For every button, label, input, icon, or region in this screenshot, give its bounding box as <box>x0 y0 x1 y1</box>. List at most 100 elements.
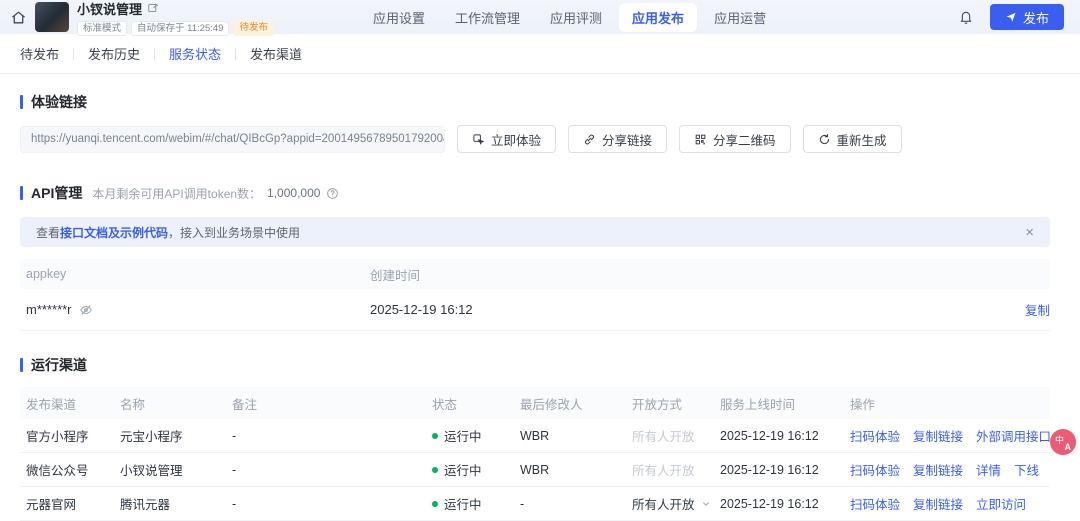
channel-name: 小钗说管理 <box>120 464 183 478</box>
share-link-button[interactable]: 分享链接 <box>568 125 668 153</box>
autosave-badge: 自动保存于 11:25:49 <box>131 20 230 36</box>
access-mode-dropdown[interactable]: 所有人开放 <box>632 494 720 513</box>
status-dot <box>432 500 438 507</box>
col-online-time: 服务上线时间 <box>720 397 796 412</box>
col-last-modifier: 最后修改人 <box>520 397 583 412</box>
subnav-service-status[interactable]: 服务状态 <box>155 44 235 63</box>
scan-qr-experience-link[interactable]: 扫码体验 <box>850 460 900 479</box>
api-section-title: API管理 <box>20 183 82 203</box>
api-docs-link[interactable]: 接口文档及示例代码 <box>60 224 168 241</box>
try-now-button[interactable]: 立即体验 <box>457 125 557 153</box>
status-dot <box>432 432 438 439</box>
channel-note: - <box>232 428 237 443</box>
subnav-publish-channels[interactable]: 发布渠道 <box>236 44 316 63</box>
channel-row-wechat-official: 微信公众号 小钗说管理 - 运行中 WBR 所有人开放 2025-12-19 1… <box>20 453 1050 487</box>
experience-link-section-title: 体验链接 <box>20 92 1050 112</box>
channel-name: 腾讯元器 <box>120 498 171 512</box>
appkey-value: m******r <box>26 302 72 317</box>
channel-type: 微信公众号 <box>26 464 89 478</box>
edit-title-icon[interactable] <box>147 2 159 14</box>
col-access-mode: 开放方式 <box>632 397 683 412</box>
share-qrcode-label: 分享二维码 <box>713 133 776 148</box>
app-avatar <box>35 2 69 32</box>
top-nav-tabs: 应用设置 工作流管理 应用评测 应用发布 应用运营 <box>360 0 779 34</box>
publish-status-badge: 待发布 <box>233 20 274 36</box>
access-mode: 所有人开放 <box>632 498 695 512</box>
scan-qr-experience-link[interactable]: 扫码体验 <box>850 494 900 513</box>
try-now-label: 立即体验 <box>491 133 542 148</box>
tab-app-evaluation[interactable]: 应用评测 <box>537 3 615 32</box>
col-publish-channel: 发布渠道 <box>26 397 77 412</box>
home-icon[interactable] <box>10 9 27 26</box>
channel-row-yuanqi-site: 元器官网 腾讯元器 - 运行中 - 所有人开放 2025-12-19 16:12… <box>20 487 1050 521</box>
publish-button-label: 发布 <box>1022 10 1049 26</box>
scan-qr-experience-link[interactable]: 扫码体验 <box>850 426 900 445</box>
publish-subnav: 待发布 发布历史 服务状态 发布渠道 <box>0 34 1080 74</box>
translate-widget[interactable]: 中 A <box>1050 429 1076 455</box>
eye-off-icon[interactable] <box>79 303 93 317</box>
details-link[interactable]: 详情 <box>976 460 1001 479</box>
tab-app-operation[interactable]: 应用运营 <box>701 3 779 32</box>
qrcode-icon <box>694 133 707 146</box>
online-time: 2025-12-19 16:12 <box>720 496 819 511</box>
tab-app-publish[interactable]: 应用发布 <box>619 2 698 32</box>
help-question-icon[interactable] <box>326 187 339 200</box>
app-title-block: 小钗说管理 标准模式 自动保存于 11:25:49 待发布 <box>77 0 274 36</box>
col-status: 状态 <box>432 397 458 412</box>
subnav-publish-history[interactable]: 发布历史 <box>74 44 154 63</box>
send-icon <box>1006 12 1016 22</box>
col-created-time: 创建时间 <box>370 268 421 283</box>
tab-workflow-management[interactable]: 工作流管理 <box>442 3 533 32</box>
translate-widget-zh: 中 <box>1055 435 1065 445</box>
title-accent-bar <box>20 186 23 200</box>
external-api-link[interactable]: 外部调用接口 <box>976 426 1051 445</box>
translate-widget-en: A <box>1064 442 1072 452</box>
regenerate-label: 重新生成 <box>836 133 887 148</box>
appkey-table-header: appkey 创建时间 <box>20 259 1050 289</box>
subnav-pending-publish[interactable]: 待发布 <box>20 44 73 63</box>
refresh-icon <box>818 133 831 146</box>
channel-type: 官方小程序 <box>26 430 89 444</box>
col-note: 备注 <box>232 397 258 412</box>
channel-note: - <box>232 496 237 511</box>
appkey-table-row: m******r 2025-12-19 16:12 复制 <box>20 289 1050 331</box>
access-mode: 所有人开放 <box>632 464 695 478</box>
access-mode: 所有人开放 <box>632 430 695 444</box>
col-actions: 操作 <box>850 397 876 412</box>
top-bar: 小钗说管理 标准模式 自动保存于 11:25:49 待发布 应用设置 工作流管理… <box>0 0 1080 36</box>
status-text: 运行中 <box>444 430 482 444</box>
banner-close-icon[interactable]: × <box>1025 225 1034 240</box>
last-modifier: - <box>520 496 525 511</box>
publish-button[interactable]: 发布 <box>989 4 1064 30</box>
copy-link-link[interactable]: 复制链接 <box>913 494 963 513</box>
quota-label: 本月剩余可用API调用token数： <box>92 186 262 201</box>
experience-url-field[interactable]: https://yuanqi.tencent.com/webim/#/chat/… <box>20 125 445 153</box>
col-name: 名称 <box>120 397 146 412</box>
tab-app-settings[interactable]: 应用设置 <box>360 3 438 32</box>
col-appkey: appkey <box>26 267 67 281</box>
status-text: 运行中 <box>444 498 482 512</box>
channels-table: 发布渠道 名称 备注 状态 最后修改人 开放方式 服务上线时间 操作 官方小程序… <box>20 387 1051 521</box>
copy-link-link[interactable]: 复制链接 <box>913 426 963 445</box>
regenerate-button[interactable]: 重新生成 <box>802 125 902 153</box>
online-time: 2025-12-19 16:12 <box>720 428 819 443</box>
take-offline-link[interactable]: 下线 <box>1014 460 1039 479</box>
quota-value: 1,000,000 <box>267 186 321 200</box>
notification-bell-icon[interactable] <box>958 9 974 25</box>
status-text: 运行中 <box>444 464 482 478</box>
api-docs-banner: 查看 接口文档及示例代码 ，接入到业务场景中使用 × <box>20 217 1050 247</box>
share-qrcode-button[interactable]: 分享二维码 <box>679 125 791 153</box>
title-accent-bar <box>20 95 23 109</box>
appkey-table: appkey 创建时间 m******r 2025-12-19 16:12 复制 <box>20 259 1050 331</box>
copy-link-link[interactable]: 复制链接 <box>913 460 963 479</box>
appkey-created-time: 2025-12-19 16:12 <box>370 302 473 317</box>
app-title: 小钗说管理 <box>77 1 143 17</box>
channel-row-official-miniprogram: 官方小程序 元宝小程序 - 运行中 WBR 所有人开放 2025-12-19 1… <box>20 419 1051 453</box>
channel-type: 元器官网 <box>26 498 77 512</box>
experience-link-title-text: 体验链接 <box>31 94 87 110</box>
channels-table-header: 发布渠道 名称 备注 状态 最后修改人 开放方式 服务上线时间 操作 <box>20 387 1050 419</box>
visit-now-link[interactable]: 立即访问 <box>976 494 1026 513</box>
last-modifier: WBR <box>520 428 550 443</box>
copy-appkey-link[interactable]: 复制 <box>990 300 1050 319</box>
channels-title-text: 运行渠道 <box>31 357 87 373</box>
